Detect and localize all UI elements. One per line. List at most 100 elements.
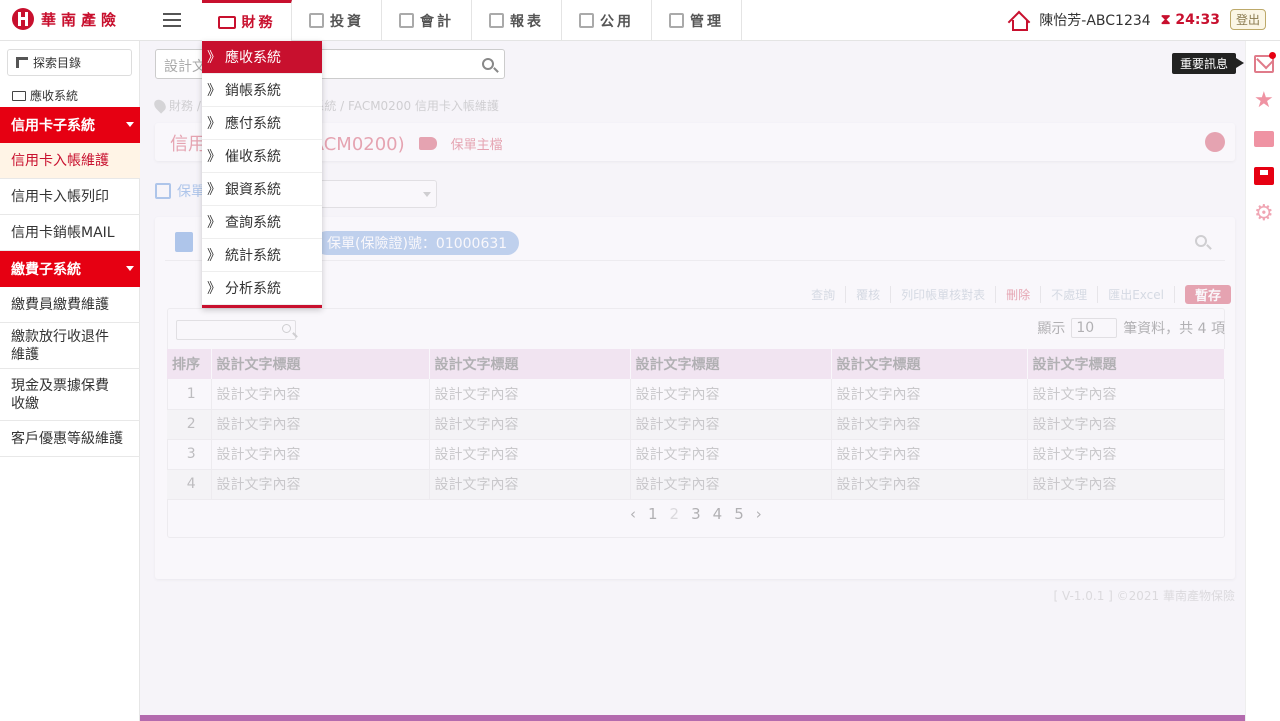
logo[interactable]: 華南產險 <box>12 8 121 30</box>
sidebar-item[interactable]: 繳費員繳費維護 <box>0 287 140 323</box>
dropdown-item[interactable]: 》應收系統 <box>202 41 322 74</box>
table-cell: 2 <box>167 409 212 440</box>
bottom-bar <box>140 715 1245 721</box>
dropdown-item[interactable]: 》銷帳系統 <box>202 74 322 107</box>
category-label: 信用卡子系統 <box>11 118 95 134</box>
nav-admin[interactable]: 管理 <box>652 0 742 41</box>
sidebar-category-payment[interactable]: 繳費子系統 <box>0 251 140 287</box>
table-cell: 設計文字內容 <box>211 469 430 500</box>
search-icon <box>282 324 291 333</box>
tag-label[interactable]: 保單主檔 <box>451 134 503 153</box>
folder-icon[interactable] <box>1254 131 1274 147</box>
current-folder[interactable]: 應收系統 <box>12 87 78 104</box>
column-header[interactable]: 設計文字標題 <box>211 349 430 379</box>
table-cell: 4 <box>167 469 212 500</box>
table-row[interactable]: 2 設計文字內容 設計文字內容 設計文字內容 設計文字內容 設計文字內容 <box>167 409 1225 440</box>
main-nav: 財務 投資 會計 報表 公用 管理 <box>202 0 742 41</box>
dropdown-item-label: 催收系統 <box>225 149 281 165</box>
explore-menu-button[interactable]: 探索目錄 <box>7 49 132 76</box>
skip-button[interactable]: 不處理 <box>1041 286 1099 303</box>
search-placeholder: 設計文 <box>164 59 206 75</box>
nav-public[interactable]: 公用 <box>562 0 652 41</box>
table-cell: 3 <box>167 439 212 470</box>
dropdown-item-label: 查詢系統 <box>225 215 281 231</box>
nav-investment[interactable]: 投資 <box>292 0 382 41</box>
sidebar-category-creditcard[interactable]: 信用卡子系統 <box>0 107 140 143</box>
table-cell: 設計文字內容 <box>211 439 430 470</box>
document-icon <box>489 13 504 28</box>
table-row[interactable]: 3 設計文字內容 設計文字內容 設計文字內容 設計文字內容 設計文字內容 <box>167 439 1225 470</box>
page-link[interactable]: 3 <box>691 505 701 523</box>
filter-row: 保單 <box>155 181 205 201</box>
tag-icon <box>418 136 437 150</box>
chevron-left-icon[interactable]: ‹ <box>630 505 636 523</box>
menu-icon[interactable] <box>163 13 181 27</box>
verify-button[interactable]: 覆核 <box>846 286 892 303</box>
print-button[interactable]: 列印帳單核對表 <box>891 286 997 303</box>
table-row[interactable]: 1 設計文字內容 設計文字內容 設計文字內容 設計文字內容 設計文字內容 <box>167 379 1225 410</box>
sidebar-item[interactable]: 信用卡銷帳MAIL <box>0 215 140 251</box>
column-header[interactable]: 設計文字標題 <box>429 349 631 379</box>
dropdown-item[interactable]: 》查詢系統 <box>202 206 322 239</box>
dropdown-item[interactable]: 》統計系統 <box>202 239 322 272</box>
page-link-current[interactable]: 2 <box>670 505 680 523</box>
page-link[interactable]: 5 <box>734 505 744 523</box>
query-button[interactable]: 查詢 <box>801 286 847 303</box>
chevron-right-icon[interactable]: › <box>756 505 762 523</box>
logout-button[interactable]: 登出 <box>1229 9 1266 30</box>
dropdown-item-label: 分析系統 <box>225 281 281 297</box>
nav-accounting[interactable]: 會計 <box>382 0 472 41</box>
finance-dropdown: 》應收系統 》銷帳系統 》應付系統 》催收系統 》銀資系統 》查詢系統 》統計系… <box>202 41 322 308</box>
table-cell: 設計文字內容 <box>1027 439 1225 470</box>
sidebar-item[interactable]: 現金及票據保費收繳 <box>0 369 140 421</box>
table-row[interactable]: 4 設計文字內容 設計文字內容 設計文字內容 設計文字內容 設計文字內容 <box>167 469 1225 500</box>
dropdown-item[interactable]: 》應付系統 <box>202 107 322 140</box>
save-draft-button[interactable]: 暫存 <box>1184 285 1231 304</box>
table-cell: 設計文字內容 <box>831 409 1028 440</box>
nav-reports[interactable]: 報表 <box>472 0 562 41</box>
nav-label: 管理 <box>690 13 724 30</box>
dollar-icon <box>217 15 236 29</box>
export-button[interactable]: 匯出Excel <box>1098 286 1175 303</box>
star-icon[interactable]: ★ <box>1254 90 1274 112</box>
folder-icon <box>12 90 26 101</box>
trophy-icon <box>309 13 324 28</box>
table-cell: 設計文字內容 <box>630 469 832 500</box>
gear-icon[interactable]: ⚙ <box>1254 203 1274 225</box>
sidebar-item[interactable]: 繳款放行收退件維護 <box>0 323 140 369</box>
page-link[interactable]: 1 <box>648 505 658 523</box>
dropdown-item[interactable]: 》催收系統 <box>202 140 322 173</box>
page-link[interactable]: 4 <box>713 505 723 523</box>
page-size-select[interactable]: 10 <box>1071 318 1118 338</box>
home-icon[interactable] <box>1007 10 1029 31</box>
collapse-icon[interactable] <box>1205 132 1225 152</box>
nav-finance[interactable]: 財務 <box>202 0 292 41</box>
policy-chip[interactable]: 保單(保險證)號：01000631 <box>315 231 520 255</box>
table-cell: 設計文字內容 <box>831 469 1028 500</box>
page-size-suffix: 筆資料，共 4 項 <box>1123 321 1225 337</box>
table-cell: 設計文字內容 <box>211 379 430 410</box>
sidebar-item-label: 現金及票據保費收繳 <box>11 377 109 412</box>
column-header[interactable]: 設計文字標題 <box>1027 349 1225 379</box>
sidebar-item[interactable]: 信用卡入帳列印 <box>0 179 140 215</box>
sidebar-item[interactable]: 信用卡入帳維護 <box>0 143 140 179</box>
chevron-down-icon <box>423 192 431 197</box>
category-label: 繳費子系統 <box>11 262 81 278</box>
session-timer: ⧗ 24:33 <box>1160 11 1220 28</box>
sidebar-item[interactable]: 客戶優惠等級維護 <box>0 421 140 457</box>
column-header[interactable]: 設計文字標題 <box>630 349 832 379</box>
column-header[interactable]: 排序 <box>167 349 212 379</box>
search-icon[interactable] <box>482 58 494 70</box>
data-table: 排序 設計文字標題 設計文字標題 設計文字標題 設計文字標題 設計文字標題 1設… <box>167 349 1225 500</box>
table-search-input[interactable] <box>176 320 296 340</box>
column-header[interactable]: 設計文字標題 <box>831 349 1028 379</box>
dropdown-item[interactable]: 》銀資系統 <box>202 173 322 206</box>
table-cell: 設計文字內容 <box>1027 409 1225 440</box>
dropdown-item[interactable]: 》分析系統 <box>202 272 322 305</box>
delete-button[interactable]: 刪除 <box>996 286 1042 303</box>
explore-label: 探索目錄 <box>33 56 82 70</box>
search-icon[interactable] <box>1195 235 1207 247</box>
grid-icon <box>669 13 684 28</box>
save-icon[interactable] <box>1254 167 1274 185</box>
table-cell: 設計文字內容 <box>1027 379 1225 410</box>
